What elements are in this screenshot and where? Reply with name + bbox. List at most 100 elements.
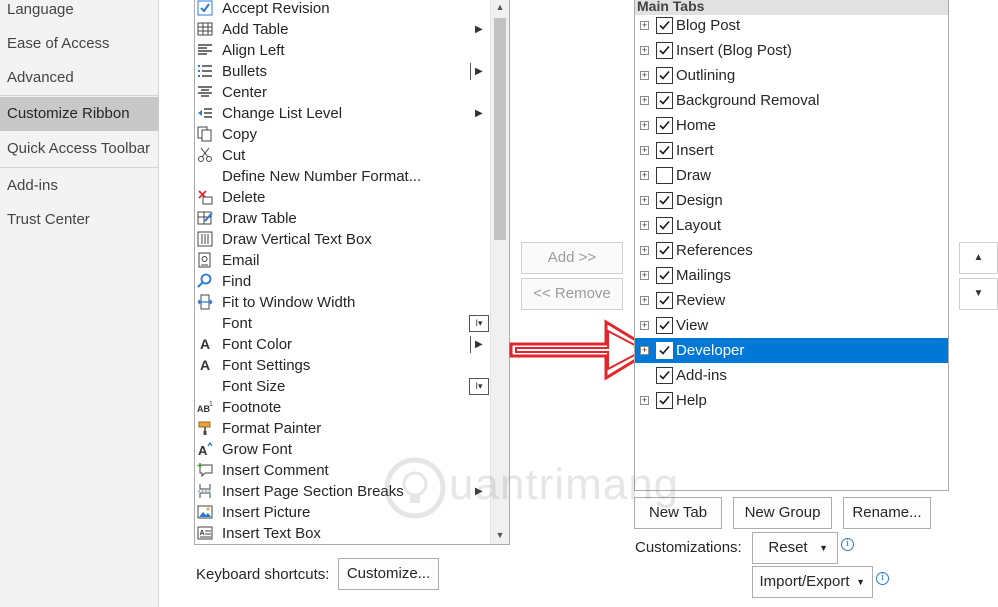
- command-label: Font Color: [222, 336, 293, 353]
- move-up-button[interactable]: ▲: [959, 242, 998, 274]
- new-group-button[interactable]: New Group: [733, 497, 832, 529]
- expand-icon[interactable]: +: [640, 246, 649, 255]
- expand-icon[interactable]: +: [640, 121, 649, 130]
- nav-item-customize-ribbon[interactable]: Customize Ribbon: [0, 97, 159, 131]
- scroll-thumb[interactable]: [494, 18, 506, 240]
- command-item[interactable]: Delete: [195, 187, 491, 208]
- reset-button[interactable]: Reset ▼: [752, 532, 838, 564]
- nav-item-advanced[interactable]: Advanced: [0, 61, 159, 95]
- command-item[interactable]: Insert Picture: [195, 502, 491, 523]
- tab-checkbox[interactable]: [656, 42, 673, 59]
- command-item[interactable]: Font I▾: [195, 313, 491, 334]
- tab-item[interactable]: + Insert (Blog Post): [635, 38, 948, 63]
- expand-icon[interactable]: +: [640, 321, 649, 330]
- tab-checkbox[interactable]: [656, 117, 673, 134]
- tab-checkbox[interactable]: [656, 342, 673, 359]
- tab-item[interactable]: + Help: [635, 388, 948, 413]
- move-down-button[interactable]: ▼: [959, 278, 998, 310]
- tab-checkbox[interactable]: [656, 17, 673, 34]
- tab-checkbox[interactable]: [656, 217, 673, 234]
- tab-checkbox[interactable]: [656, 392, 673, 409]
- expand-icon[interactable]: +: [640, 21, 649, 30]
- command-item[interactable]: AB 1 Footnote: [195, 397, 491, 418]
- commands-scrollbar[interactable]: ▲ ▼: [490, 0, 509, 544]
- command-item[interactable]: A Font Color ▶: [195, 334, 491, 355]
- tab-item[interactable]: + Outlining: [635, 63, 948, 88]
- rename-button[interactable]: Rename...: [843, 497, 931, 529]
- tab-checkbox[interactable]: [656, 267, 673, 284]
- add-button[interactable]: Add >>: [521, 242, 623, 274]
- nav-item-add-ins[interactable]: Add-ins: [0, 169, 159, 203]
- command-item[interactable]: Accept Revision: [195, 0, 491, 19]
- tab-item[interactable]: + View: [635, 313, 948, 338]
- expand-icon[interactable]: +: [640, 196, 649, 205]
- tab-item[interactable]: + Layout: [635, 213, 948, 238]
- expand-icon[interactable]: +: [640, 96, 649, 105]
- command-item[interactable]: Insert Page Section Breaks ▶: [195, 481, 491, 502]
- command-item[interactable]: Copy: [195, 124, 491, 145]
- command-item[interactable]: Change List Level ▶: [195, 103, 491, 124]
- command-item[interactable]: Center: [195, 82, 491, 103]
- command-item[interactable]: Find: [195, 271, 491, 292]
- nav-item-quick-access-toolbar[interactable]: Quick Access Toolbar: [0, 132, 159, 166]
- expand-icon[interactable]: +: [640, 396, 649, 405]
- command-item[interactable]: Insert Comment: [195, 460, 491, 481]
- tab-checkbox[interactable]: [656, 67, 673, 84]
- command-item[interactable]: A Grow Font: [195, 439, 491, 460]
- tab-checkbox[interactable]: [656, 167, 673, 184]
- command-item[interactable]: Font Size I▾: [195, 376, 491, 397]
- command-item[interactable]: Draw Vertical Text Box: [195, 229, 491, 250]
- tab-item[interactable]: + Background Removal: [635, 88, 948, 113]
- tab-item[interactable]: + Draw: [635, 163, 948, 188]
- tab-item[interactable]: + Insert: [635, 138, 948, 163]
- tab-item[interactable]: + Blog Post: [635, 13, 948, 38]
- expand-icon[interactable]: +: [640, 346, 649, 355]
- tab-item[interactable]: Add-ins: [635, 363, 948, 388]
- tab-item[interactable]: + References: [635, 238, 948, 263]
- expand-icon[interactable]: +: [640, 46, 649, 55]
- commands-list[interactable]: Accept Revision Add Table ▶ Align Left Bulle…: [194, 0, 510, 545]
- remove-button[interactable]: << Remove: [521, 278, 623, 310]
- new-tab-button[interactable]: New Tab: [634, 497, 722, 529]
- command-item[interactable]: Format Painter: [195, 418, 491, 439]
- tab-checkbox[interactable]: [656, 317, 673, 334]
- command-item[interactable]: A Insert Text Box: [195, 523, 491, 544]
- command-item[interactable]: Bullets ▶: [195, 61, 491, 82]
- expand-icon[interactable]: +: [640, 171, 649, 180]
- tab-label: References: [676, 242, 753, 259]
- tab-item[interactable]: + Review: [635, 288, 948, 313]
- main-tabs-tree[interactable]: Main Tabs + Blog Post + Insert (Blog Post) +…: [634, 0, 949, 491]
- command-item[interactable]: A Font Settings: [195, 355, 491, 376]
- tab-item[interactable]: + Developer: [635, 338, 948, 363]
- delete-icon: [197, 189, 215, 206]
- command-item[interactable]: Draw Table: [195, 208, 491, 229]
- tab-checkbox[interactable]: [656, 92, 673, 109]
- command-item[interactable]: Define New Number Format...: [195, 166, 491, 187]
- command-item[interactable]: Email: [195, 250, 491, 271]
- nav-item-trust-center[interactable]: Trust Center: [0, 203, 159, 237]
- tab-checkbox[interactable]: [656, 142, 673, 159]
- import-export-button[interactable]: Import/Export ▼: [752, 566, 873, 598]
- expand-icon[interactable]: +: [640, 71, 649, 80]
- nav-item-ease-of-access[interactable]: Ease of Access: [0, 27, 159, 61]
- tab-item[interactable]: + Home: [635, 113, 948, 138]
- scroll-up-icon[interactable]: ▲: [491, 0, 509, 16]
- tab-checkbox[interactable]: [656, 367, 673, 384]
- tab-item[interactable]: + Mailings: [635, 263, 948, 288]
- expand-icon[interactable]: +: [640, 146, 649, 155]
- command-item[interactable]: Fit to Window Width: [195, 292, 491, 313]
- expand-icon[interactable]: +: [640, 271, 649, 280]
- command-item[interactable]: Align Left: [195, 40, 491, 61]
- command-item[interactable]: Cut: [195, 145, 491, 166]
- tab-checkbox[interactable]: [656, 242, 673, 259]
- tab-checkbox[interactable]: [656, 192, 673, 209]
- tab-checkbox[interactable]: [656, 292, 673, 309]
- scroll-down-icon[interactable]: ▼: [491, 526, 509, 544]
- tab-item[interactable]: + Design: [635, 188, 948, 213]
- tab-label: Blog Post: [676, 17, 741, 34]
- expand-icon[interactable]: +: [640, 296, 649, 305]
- command-item[interactable]: Add Table ▶: [195, 19, 491, 40]
- customize-shortcuts-button[interactable]: Customize...: [338, 558, 439, 590]
- nav-item-language[interactable]: Language: [0, 0, 159, 27]
- expand-icon[interactable]: +: [640, 221, 649, 230]
